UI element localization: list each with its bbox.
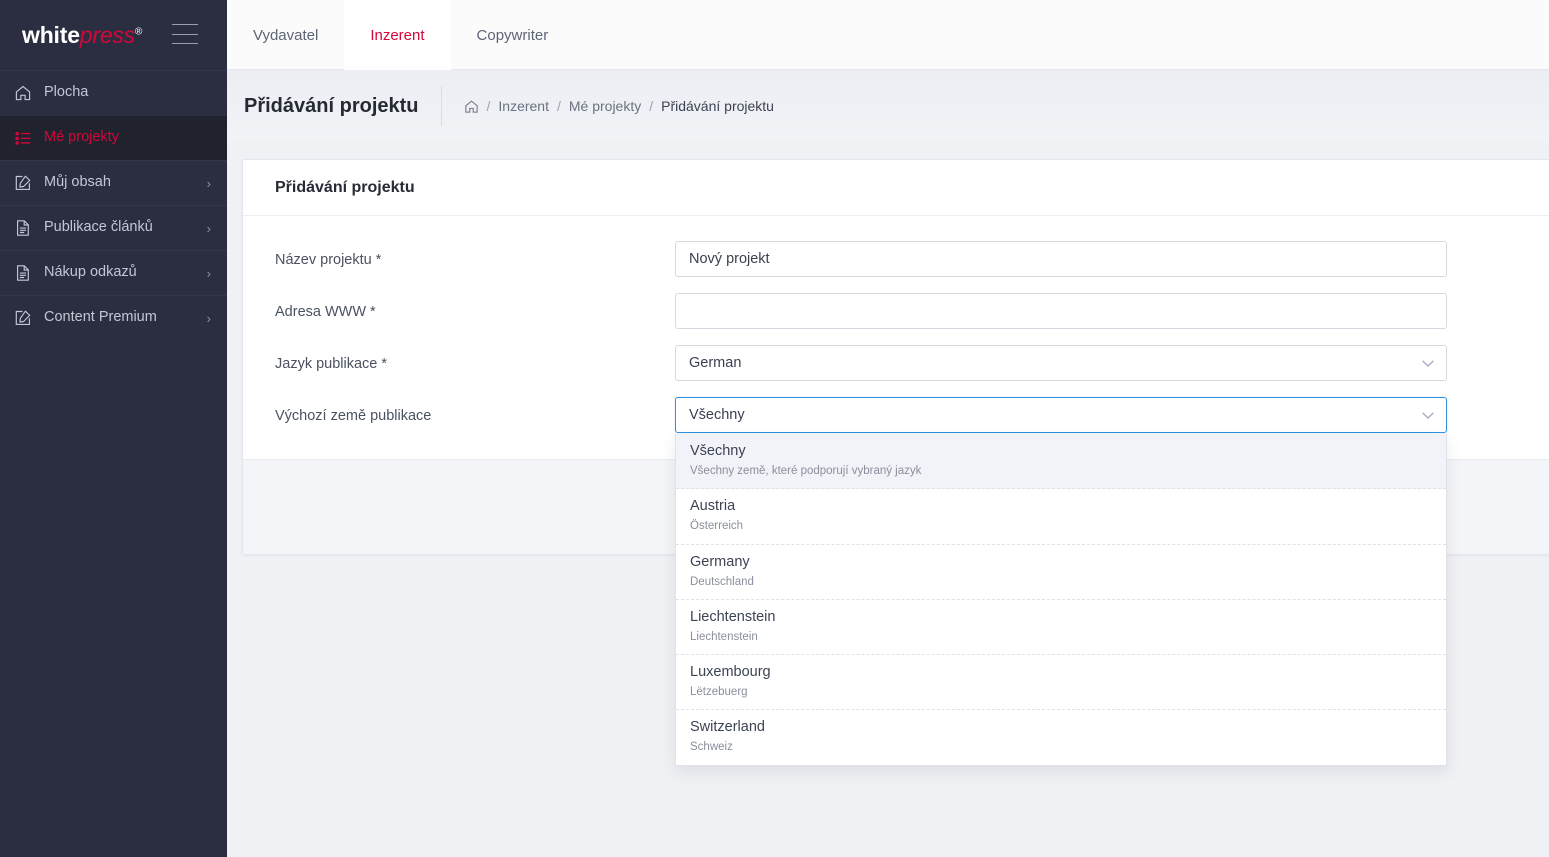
tab-bar-spacer [574,0,1549,69]
country-option-sublabel: Všechny země, které podporují vybraný ja… [690,465,922,478]
label-default-country: Výchozí země publikace [275,408,432,424]
form-row-project-name: Název projektu * [243,241,1549,277]
country-option-label: Luxembourg [690,664,771,681]
publication-language-value: German [689,355,742,371]
hamburger-menu-icon[interactable] [172,24,198,44]
field-wrap-publication-language: German ? [675,345,1447,381]
brand-logo-primary: white [22,21,80,48]
sidebar-item-label: Nákup odkazů [44,264,137,281]
form-row-default-country: Výchozí země publikace Všechny Všechny Vš… [243,397,1549,766]
tab-copywriter[interactable]: Copywriter [451,0,575,70]
home-icon[interactable] [464,99,479,114]
document-icon [10,218,36,238]
country-option-sublabel: Liechtenstein [690,630,758,643]
add-project-card: Přidávání projektu Název projektu * Adre… [242,159,1549,766]
tabs-holder: Vydavatel Inzerent Copywriter [227,0,575,70]
top-tab-bar: Vydavatel Inzerent Copywriter [227,0,1549,70]
chevron-right-icon: › [206,265,211,281]
sidebar-item-m-j-obsah[interactable]: Můj obsah › [0,160,227,205]
breadcrumb-separator: / [556,98,561,114]
default-country-dropdown: Všechny Všechny země, které podporují vyb… [675,434,1447,766]
chevron-down-icon [1421,411,1435,420]
default-country-value: Všechny [689,407,745,423]
country-option-sublabel: Schweiz [690,741,733,754]
sidebar: whitepress® Plocha Mé projekty Můj obsah › P… [0,0,227,857]
project-url-input[interactable] [675,293,1447,329]
default-country-select[interactable]: Všechny [675,397,1447,433]
sidebar-item-content-premium[interactable]: Content Premium › [0,295,227,340]
chevron-right-icon: › [206,175,211,191]
card-header: Přidávání projektu [243,160,1549,216]
chevron-right-icon: › [206,310,211,326]
card-title: Přidávání projektu [275,178,415,196]
breadcrumb-item[interactable]: Mé projekty [569,98,641,114]
breadcrumb-separator: / [649,98,654,114]
country-option-label: Všechny [690,443,746,459]
country-option-label: Switzerland [690,719,765,736]
country-option-label: Austria [690,498,736,515]
sidebar-item-label: Můj obsah [44,174,111,191]
country-option[interactable]: Liechtenstein Liechtenstein [676,600,1446,656]
sidebar-nav: Plocha Mé projekty Můj obsah › Publikace člá… [0,70,227,340]
form-row-publication-language: Jazyk publikace * German ? [243,345,1549,381]
app-root: whitepress® Plocha Mé projekty Můj obsah › P… [0,0,1549,857]
edit-icon [10,173,36,193]
document-icon [10,263,36,283]
sidebar-logo-bar: whitepress® [0,0,227,70]
country-option-sublabel: Deutschland [690,575,754,588]
card-body: Název projektu * Adresa WWW * Jazyk publ… [243,216,1549,766]
sidebar-item-label: Mé projekty [44,129,119,146]
edit-icon [10,308,36,328]
field-wrap-project-url [675,293,1447,329]
project-name-input[interactable] [675,241,1447,277]
country-option[interactable]: Luxembourg Lëtzebuerg [676,655,1446,711]
tab-inzerent[interactable]: Inzerent [344,0,451,70]
home-icon [10,83,36,103]
country-option[interactable]: Switzerland Schweiz [676,710,1446,764]
breadcrumb-separator: / [486,98,491,114]
sidebar-item-n-kup-odkaz[interactable]: Nákup odkazů › [0,250,227,295]
label-project-url: Adresa WWW * [275,304,376,320]
field-wrap-default-country: Všechny Všechny Všechny země, které podpo… [675,397,1447,766]
sidebar-item-label: Plocha [44,84,89,101]
breadcrumb-item[interactable]: Inzerent [498,98,549,114]
list-icon [10,128,36,148]
country-option-label: Liechtenstein [690,608,776,625]
brand-logo-registered: ® [135,25,143,37]
page-header: Přidávání projektu / Inzerent / Mé projekty… [227,70,1549,142]
sidebar-item-publikace-l-nk[interactable]: Publikace článků › [0,205,227,250]
sidebar-item-label: Publikace článků [44,219,153,236]
page-title: Přidávání projektu [244,95,419,117]
label-publication-language: Jazyk publikace * [275,356,388,372]
chevron-right-icon: › [206,220,211,236]
country-option[interactable]: Všechny Všechny země, které podporují vyb… [676,434,1446,490]
country-option-sublabel: Lëtzebuerg [690,686,748,699]
breadcrumb: / Inzerent / Mé projekty / Přidávání projektu [442,98,774,114]
field-wrap-project-name [675,241,1447,277]
brand-logo-secondary: press [79,21,136,48]
country-option[interactable]: Austria Österreich [676,489,1446,545]
sidebar-item-plocha[interactable]: Plocha [0,70,227,115]
publication-language-select[interactable]: German [675,345,1447,381]
country-option[interactable]: Germany Deutschland [676,545,1446,600]
country-option-label: Germany [690,553,750,570]
breadcrumb-items: / Inzerent / Mé projekty / Přidávání projektu [487,98,774,114]
tab-label: Copywriter [476,26,549,44]
sidebar-item-label: Content Premium [44,309,157,326]
sidebar-item-m-projekty[interactable]: Mé projekty [0,115,227,160]
label-project-name: Název projektu * [275,252,382,268]
country-option-sublabel: Österreich [690,520,744,533]
tab-vydavatel[interactable]: Vydavatel [227,0,344,70]
breadcrumb-item: Přidávání projektu [661,98,774,114]
tab-label: Vydavatel [253,26,319,44]
chevron-down-icon [1421,359,1435,368]
form-row-project-url: Adresa WWW * [243,293,1549,329]
brand-logo[interactable]: whitepress® [22,21,143,48]
tab-label: Inzerent [370,26,425,44]
